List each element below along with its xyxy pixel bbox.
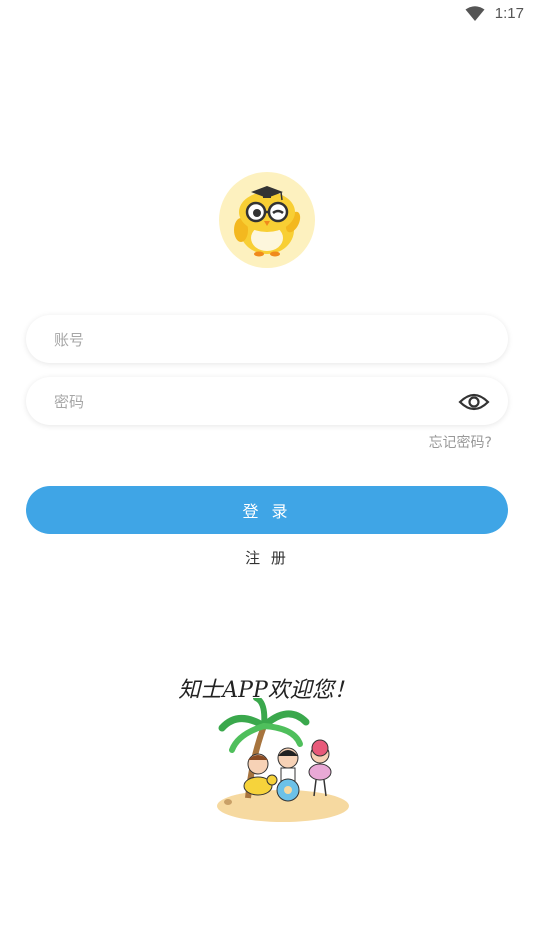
wifi-icon [465, 6, 485, 21]
login-button[interactable]: 登 录 [26, 486, 508, 534]
status-bar: 1:17 [0, 0, 534, 30]
eye-icon[interactable] [458, 390, 490, 414]
register-link[interactable]: 注 册 [0, 547, 534, 568]
password-field[interactable] [26, 377, 508, 427]
status-time: 1:17 [494, 5, 524, 22]
owl-logo-icon [234, 186, 301, 257]
forgot-password-link[interactable]: 忘记密码? [429, 432, 492, 452]
beach-illustration [217, 698, 349, 822]
account-field[interactable] [26, 315, 508, 365]
account-input[interactable] [52, 315, 456, 365]
app-logo [219, 172, 315, 268]
password-input[interactable] [52, 377, 456, 427]
